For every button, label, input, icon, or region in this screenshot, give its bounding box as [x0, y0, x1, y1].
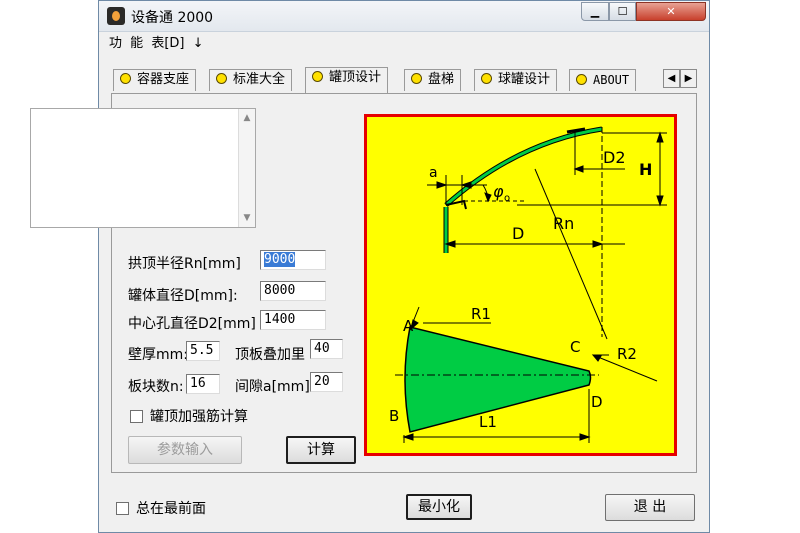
label-a-point: A	[403, 317, 414, 335]
overlap-label: 顶板叠加里	[235, 347, 305, 363]
d2-input[interactable]: 1400	[260, 310, 326, 330]
tab-sphere-design[interactable]: 球罐设计	[474, 69, 558, 91]
roof-diagram-svg: a φ o D Rn D2 H A R1 C R2 B D L1	[389, 126, 667, 443]
overlap-input[interactable]: 40	[310, 339, 343, 359]
rib-checkbox[interactable]	[130, 410, 143, 423]
title-bar[interactable]: 设备通 2000 ▁ ☐ ✕	[99, 1, 709, 32]
menu-item-neng[interactable]: 能	[130, 36, 143, 51]
tab-about[interactable]: ABOUT	[569, 69, 637, 91]
tab-label: 容器支座	[137, 72, 190, 87]
tab-label: 球罐设计	[498, 72, 551, 87]
gap-label: 间隙a[mm]:	[235, 379, 315, 395]
menu-bar: 功 能 表[D] ↓	[99, 33, 709, 55]
thickness-label: 壁厚mm:	[128, 347, 188, 363]
scroll-down-icon[interactable]: ▼	[239, 213, 255, 223]
tab-vessel-support[interactable]: 容器支座	[113, 69, 197, 91]
menu-item-arrow[interactable]: ↓	[193, 36, 204, 51]
label-c-point: C	[570, 338, 580, 356]
scroll-up-icon[interactable]: ▲	[239, 113, 255, 123]
tab-scroll-left-icon[interactable]: ◀	[663, 69, 680, 88]
thickness-input[interactable]: 5.5	[186, 341, 220, 361]
window-title: 设备通 2000	[131, 10, 214, 26]
label-phi: φ	[493, 182, 504, 201]
minimize-button[interactable]: 最小化	[406, 494, 472, 520]
topmost-checkbox[interactable]	[116, 502, 129, 515]
label-r1: R1	[471, 305, 491, 323]
rib-label: 罐顶加强筋计算	[150, 409, 248, 425]
bulb-icon	[216, 73, 227, 84]
tab-stairs[interactable]: 盘梯	[404, 69, 462, 91]
minimize-window-button[interactable]: ▁	[581, 2, 609, 21]
label-b-point: B	[389, 407, 399, 425]
plate-shape	[404, 326, 592, 433]
label-l1: L1	[479, 413, 497, 431]
topmost-label: 总在最前面	[136, 501, 206, 517]
d-label: 罐体直径D[mm]:	[128, 288, 238, 304]
maximize-window-button[interactable]: ☐	[609, 2, 636, 21]
bulb-icon	[120, 73, 131, 84]
rn-label: 拱顶半径Rn[mm]	[128, 256, 241, 272]
blocks-label: 板块数n:	[128, 379, 184, 395]
label-d2: D2	[603, 148, 626, 167]
bulb-icon	[576, 74, 587, 85]
tab-strip: 容器支座 标准大全 罐顶设计 盘梯 球罐设计 ABOUT ◀ ▶	[111, 67, 697, 93]
roof-shell-outline	[444, 126, 603, 207]
calculate-button[interactable]: 计算	[286, 436, 356, 464]
label-a: a	[429, 165, 438, 181]
label-d-point: D	[591, 393, 603, 411]
label-phi-sub: o	[504, 193, 510, 204]
label-rn: Rn	[553, 214, 574, 233]
label-r2: R2	[617, 345, 637, 363]
roof-shell	[445, 127, 603, 207]
tab-roof-design[interactable]: 罐顶设计	[305, 67, 389, 93]
app-icon	[107, 7, 125, 25]
menu-item-table[interactable]: 表[D]	[151, 36, 184, 51]
textarea-scrollbar[interactable]: ▲ ▼	[238, 109, 255, 227]
d2-label: 中心孔直径D2[mm]	[128, 316, 256, 332]
bulb-icon	[411, 73, 422, 84]
tab-label: 罐顶设计	[329, 70, 382, 85]
dim-rn-line	[534, 168, 608, 340]
menu-item-gong[interactable]: 功	[109, 36, 122, 51]
bulb-icon	[312, 71, 323, 82]
close-window-button[interactable]: ✕	[636, 2, 706, 21]
label-d: D	[512, 224, 524, 243]
rn-input[interactable]: 9000	[260, 250, 326, 270]
exit-button[interactable]: 退 出	[605, 494, 695, 521]
tab-label: ABOUT	[593, 73, 630, 87]
param-input-button[interactable]: 参数输入	[128, 436, 242, 464]
roof-diagram: a φ o D Rn D2 H A R1 C R2 B D L1	[364, 114, 677, 456]
blocks-input[interactable]: 16	[186, 374, 220, 394]
gap-input[interactable]: 20	[310, 372, 343, 392]
label-h: H	[639, 160, 652, 179]
rn-value: 9000	[264, 252, 296, 267]
tab-standards[interactable]: 标准大全	[209, 69, 293, 91]
bulb-icon	[481, 73, 492, 84]
tab-label: 盘梯	[428, 72, 455, 87]
d-input[interactable]: 8000	[260, 281, 326, 301]
output-textarea[interactable]: ▲ ▼	[30, 108, 256, 228]
tab-scroll-right-icon[interactable]: ▶	[680, 69, 697, 88]
tab-label: 标准大全	[233, 72, 286, 87]
